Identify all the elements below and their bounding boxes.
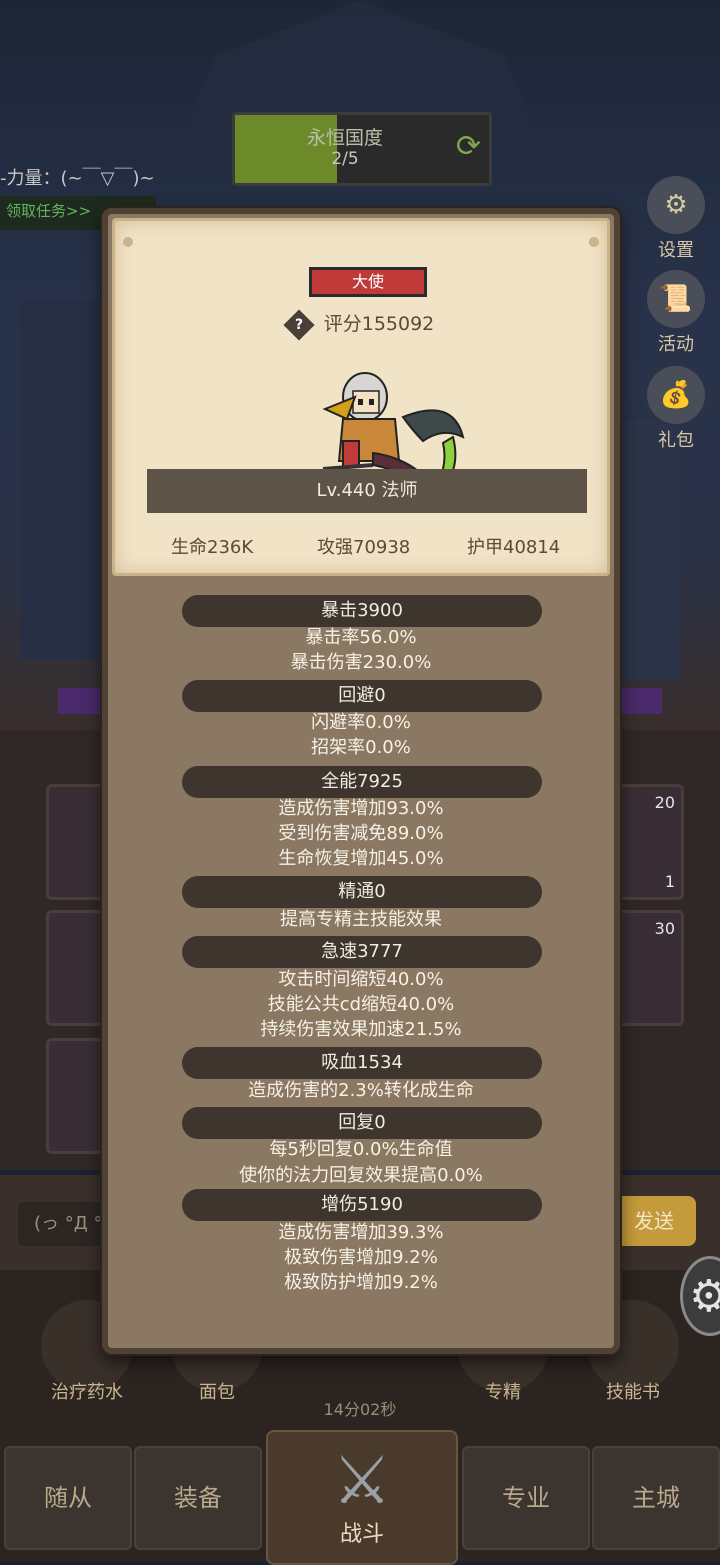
stat-line: 招架率0.0%	[311, 737, 411, 758]
giftbag-button[interactable]: 💰 礼包	[636, 366, 716, 452]
stat-line: 使你的法力回复效果提高0.0%	[239, 1165, 483, 1186]
stat-line: 造成伤害增加93.0%	[278, 798, 444, 819]
stat-line: 暴击率56.0%	[305, 627, 417, 648]
nav-main-city[interactable]: 主城	[592, 1446, 720, 1550]
nav-battle[interactable]: ⚔ 战斗	[266, 1430, 458, 1565]
stat-section-header: 回复0	[182, 1107, 542, 1139]
stat-line: 攻击时间缩短40.0%	[278, 969, 444, 990]
nav-profession[interactable]: 专业	[462, 1446, 590, 1550]
scroll-icon: 📜	[647, 270, 705, 328]
slot-count: 1	[664, 872, 675, 891]
score-row: ? 评分155092	[115, 308, 607, 341]
help-icon[interactable]: ?	[283, 308, 315, 341]
healing-potion-label: 治疗药水	[51, 1382, 123, 1403]
nav-battle-label: 战斗	[339, 1522, 384, 1547]
activity-button[interactable]: 📜 活动	[636, 270, 716, 356]
skill-book-label: 技能书	[606, 1382, 660, 1403]
stat-line: 持续伤害效果加速21.5%	[260, 1019, 462, 1040]
power-text: -力量：(~￣▽￣)~	[0, 168, 155, 189]
giftbag-label: 礼包	[658, 430, 694, 451]
character-card: 大使 ? 评分155092 Lv.440 法师 生命236K 攻强70938 护甲…	[112, 218, 610, 576]
stat-line: 闪避率0.0%	[311, 712, 411, 733]
armor-stat: 护甲40814	[467, 537, 561, 558]
stat-line: 暴击伤害230.0%	[290, 652, 432, 673]
stat-line: 造成伤害的2.3%转化成生命	[248, 1080, 474, 1101]
hp-stat: 生命236K	[171, 537, 254, 558]
stat-line: 极致伤害增加9.2%	[284, 1247, 438, 1268]
realm-progress-text: 2/5	[331, 149, 359, 169]
score-text: 评分155092	[323, 313, 435, 335]
stat-section-header: 回避0	[182, 680, 542, 712]
slot-count: 30	[654, 919, 675, 938]
stat-section-header: 暴击3900	[182, 595, 542, 627]
stat-section-header: 吸血1534	[182, 1047, 542, 1079]
giftbag-icon: 💰	[647, 366, 705, 424]
stat-line: 提高专精主技能效果	[280, 909, 442, 930]
nav-equipment[interactable]: 装备	[134, 1446, 262, 1550]
stat-line: 生命恢复增加45.0%	[278, 848, 444, 869]
character-stats-panel: 大使 ? 评分155092 Lv.440 法师 生命236K 攻强70938 护甲…	[102, 208, 620, 1354]
stat-line: 受到伤害减免89.0%	[278, 823, 444, 844]
realm-progress-bar[interactable]: 永恒国度 2/5 ⟳	[232, 112, 492, 186]
stat-line: 极致防护增加9.2%	[284, 1272, 438, 1293]
stat-line: 每5秒回复0.0%生命值	[269, 1139, 453, 1160]
specialization-label: 专精	[485, 1382, 521, 1403]
activity-label: 活动	[658, 334, 694, 355]
settings-button[interactable]: ⚙ 设置	[636, 176, 716, 262]
stat-section-header: 增伤5190	[182, 1189, 542, 1221]
card-pin	[123, 237, 133, 247]
bread-label: 面包	[199, 1382, 235, 1403]
refresh-icon[interactable]: ⟳	[456, 129, 481, 164]
stat-line: 造成伤害增加39.3%	[278, 1222, 444, 1243]
level-class-bar: Lv.440 法师	[147, 469, 587, 513]
realm-title: 永恒国度	[306, 127, 383, 149]
stat-section-header: 全能7925	[182, 766, 542, 798]
send-button[interactable]: 发送	[612, 1196, 696, 1246]
crossed-swords-icon: ⚔	[332, 1442, 392, 1519]
nav-followers[interactable]: 随从	[4, 1446, 132, 1550]
attack-stat: 攻强70938	[317, 537, 411, 558]
gear-icon: ⚙	[647, 176, 705, 234]
slot-count: 20	[654, 793, 675, 812]
settings-label: 设置	[658, 240, 694, 261]
card-pin	[589, 237, 599, 247]
title-badge: 大使	[309, 267, 427, 297]
timer-text: 14分02秒	[323, 1400, 397, 1419]
stat-line: 技能公共cd缩短40.0%	[267, 994, 455, 1015]
stat-section-header: 急速3777	[182, 936, 542, 968]
stat-section-header: 精通0	[182, 876, 542, 908]
tower-left	[20, 300, 100, 660]
